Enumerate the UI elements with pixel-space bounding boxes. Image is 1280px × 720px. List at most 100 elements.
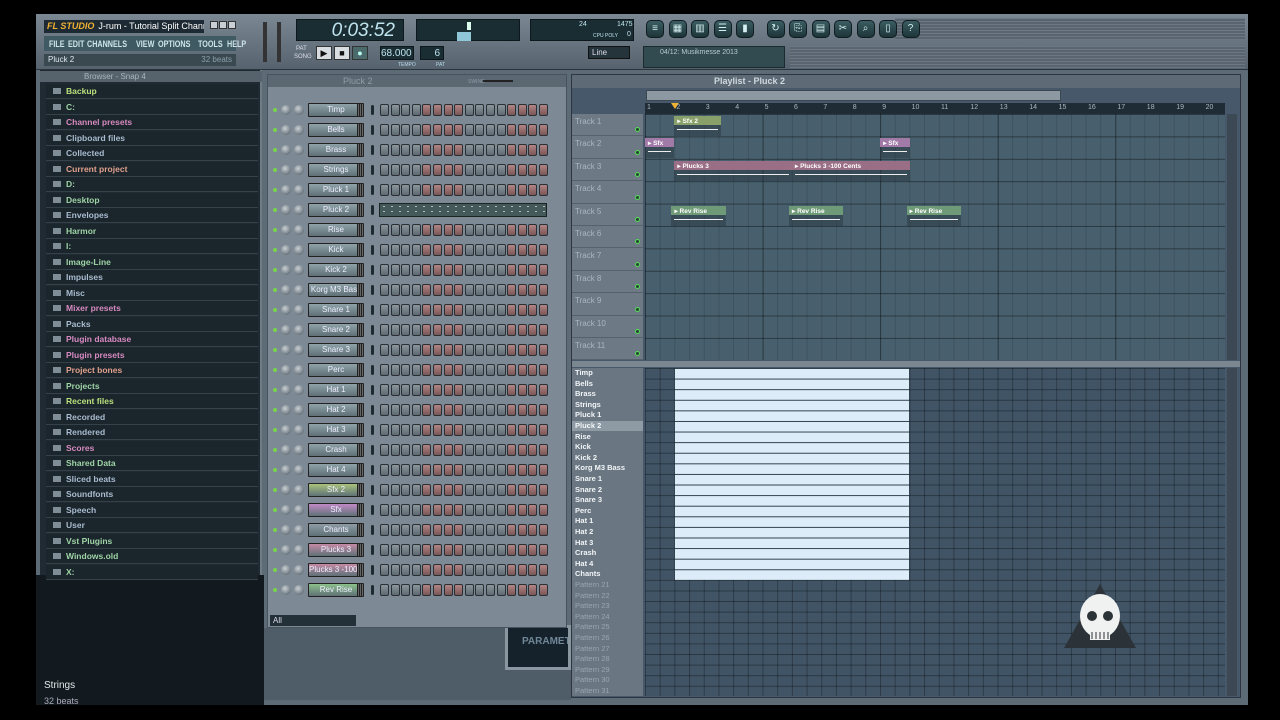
- step-button[interactable]: [517, 104, 527, 116]
- step-button[interactable]: [496, 444, 506, 456]
- step-button[interactable]: [443, 344, 453, 356]
- pattern-item[interactable]: Kick 2: [575, 453, 597, 463]
- step-button[interactable]: [486, 144, 495, 156]
- channel-button[interactable]: Hat 2: [308, 403, 364, 417]
- step-button[interactable]: [496, 264, 506, 276]
- step-button[interactable]: [539, 424, 548, 436]
- step-button[interactable]: [486, 444, 495, 456]
- step-button[interactable]: [422, 124, 432, 136]
- step-button[interactable]: [528, 164, 538, 176]
- step-button[interactable]: [486, 484, 495, 496]
- channel-button[interactable]: Plucks 3 -100 ...: [308, 563, 364, 577]
- step-button[interactable]: [486, 504, 495, 516]
- step-button[interactable]: [507, 504, 517, 516]
- step-button[interactable]: [486, 564, 495, 576]
- step-button[interactable]: [443, 364, 453, 376]
- step-button[interactable]: [454, 504, 464, 516]
- step-button[interactable]: [454, 164, 464, 176]
- browser-item[interactable]: Windows.old: [46, 549, 258, 564]
- step-button[interactable]: [528, 304, 538, 316]
- step-button[interactable]: [486, 264, 495, 276]
- step-button[interactable]: [422, 184, 432, 196]
- step-button[interactable]: [539, 544, 548, 556]
- step-button[interactable]: [401, 184, 411, 196]
- channel-button[interactable]: Snare 3: [308, 343, 364, 357]
- stop-button[interactable]: ■: [334, 46, 350, 60]
- step-button[interactable]: [486, 224, 495, 236]
- step-button[interactable]: [539, 264, 548, 276]
- pattern-item[interactable]: Snare 1: [575, 474, 602, 484]
- news-panel[interactable]: 04/12: Musikmesse 2013: [643, 46, 785, 68]
- channel-button[interactable]: Rev Rise: [308, 583, 364, 597]
- step-button[interactable]: [454, 404, 464, 416]
- step-button[interactable]: [507, 344, 517, 356]
- pan-knob[interactable]: [281, 565, 291, 575]
- step-button[interactable]: [517, 324, 527, 336]
- step-button[interactable]: [486, 304, 495, 316]
- step-button[interactable]: [401, 504, 411, 516]
- step-button[interactable]: [528, 244, 538, 256]
- step-button[interactable]: [507, 104, 517, 116]
- step-button[interactable]: [507, 244, 517, 256]
- pattern-item[interactable]: Strings: [575, 400, 601, 410]
- step-button[interactable]: [454, 184, 464, 196]
- channel-button[interactable]: Korg M3 Bass: [308, 283, 364, 297]
- step-button[interactable]: [454, 304, 464, 316]
- step-button[interactable]: [496, 564, 506, 576]
- pan-knob[interactable]: [281, 145, 291, 155]
- pattern-number[interactable]: 6: [420, 46, 444, 60]
- step-button[interactable]: [422, 564, 432, 576]
- step-button[interactable]: [475, 224, 485, 236]
- menu-file[interactable]: FILE: [49, 39, 65, 49]
- menu-channels[interactable]: CHANNELS: [87, 39, 127, 49]
- pattern-item[interactable]: Snare 2: [575, 485, 602, 495]
- volume-knob[interactable]: [294, 405, 304, 415]
- step-button[interactable]: [464, 544, 474, 556]
- step-button[interactable]: [380, 444, 389, 456]
- step-button[interactable]: [422, 104, 432, 116]
- channel-select-indicator[interactable]: [371, 505, 374, 515]
- step-button[interactable]: [454, 524, 464, 536]
- step-button[interactable]: [411, 384, 421, 396]
- step-button[interactable]: [475, 144, 485, 156]
- channel-button[interactable]: Snare 1: [308, 303, 364, 317]
- pattern-item[interactable]: Pattern 28: [575, 654, 610, 664]
- step-button[interactable]: [464, 584, 474, 596]
- step-button[interactable]: [496, 504, 506, 516]
- step-button[interactable]: [517, 504, 527, 516]
- track-header[interactable]: Track 1: [572, 114, 643, 137]
- browser-item[interactable]: Vst Plugins: [46, 533, 258, 549]
- step-button[interactable]: [486, 424, 495, 436]
- browser-header[interactable]: Browser - Snap 4: [40, 71, 262, 82]
- step-button[interactable]: [507, 264, 517, 276]
- step-button[interactable]: [475, 284, 485, 296]
- step-button[interactable]: [401, 404, 411, 416]
- tempo-display[interactable]: 68.000: [380, 46, 414, 60]
- step-button[interactable]: [422, 404, 432, 416]
- channel-button[interactable]: Perc: [308, 363, 364, 377]
- step-button[interactable]: [464, 484, 474, 496]
- step-button[interactable]: [422, 544, 432, 556]
- step-button[interactable]: [464, 384, 474, 396]
- step-button[interactable]: [539, 364, 548, 376]
- step-button[interactable]: [475, 564, 485, 576]
- step-button[interactable]: [380, 504, 389, 516]
- channel-mute-led[interactable]: [273, 448, 277, 452]
- step-button[interactable]: [411, 364, 421, 376]
- step-button[interactable]: [475, 504, 485, 516]
- step-button[interactable]: [401, 264, 411, 276]
- channel-mute-led[interactable]: [273, 148, 277, 152]
- pattern-item[interactable]: Pluck 2: [572, 421, 643, 431]
- playlist-header[interactable]: Playlist - Pluck 2: [572, 75, 1240, 88]
- step-button[interactable]: [454, 284, 464, 296]
- pan-knob[interactable]: [281, 505, 291, 515]
- channel-mute-led[interactable]: [273, 368, 277, 372]
- track-enable-led[interactable]: [635, 194, 640, 200]
- track-enable-led[interactable]: [635, 216, 640, 222]
- track-enable-led[interactable]: [635, 172, 640, 178]
- playlist-clip[interactable]: ▸ Rev Rise: [671, 205, 726, 226]
- step-button[interactable]: [486, 404, 495, 416]
- step-button[interactable]: [433, 584, 442, 596]
- step-button[interactable]: [528, 384, 538, 396]
- step-button[interactable]: [475, 324, 485, 336]
